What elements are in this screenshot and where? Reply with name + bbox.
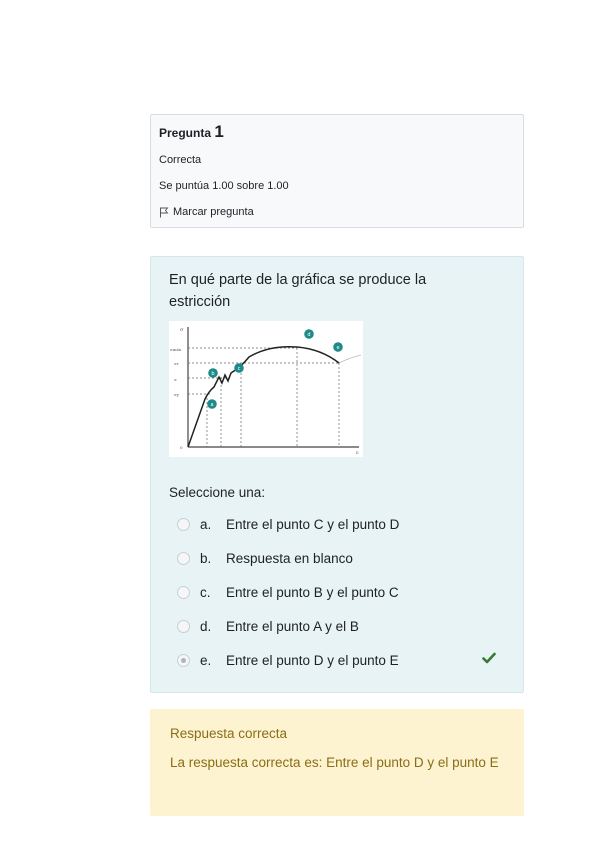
option-a[interactable]: a. Entre el punto C y el punto D [169,507,505,541]
graph-y-label-sigma: σ [180,327,184,333]
question-info-panel: Pregunta 1 Correcta Se puntúa 1.00 sobre… [150,114,524,228]
check-icon [482,652,496,664]
question-text: En qué parte de la gráfica se produce la… [169,272,427,310]
graph-y-label-max: σmáx [170,347,182,352]
marker-b-label: b [211,371,214,377]
question-grade: Se puntúa 1.00 sobre 1.00 [159,180,289,192]
feedback-panel: Respuesta correcta La respuesta correcta… [150,709,524,816]
graph-x-label: ε [356,450,359,456]
flag-question-label: Marcar pregunta [173,206,254,218]
flag-question-link[interactable]: Marcar pregunta [159,205,515,219]
stress-strain-graph: σ σmáx σr σ σy 0 ε a b c d e [169,321,363,457]
option-c[interactable]: c. Entre el punto B y el punto C [169,575,505,609]
option-letter: a. [200,516,212,532]
option-b[interactable]: b. Respuesta en blanco [169,541,505,575]
option-letter: c. [200,584,211,600]
marker-d-label: d [307,332,310,338]
option-e-radio[interactable] [177,653,190,667]
question-label: Pregunta [159,126,212,140]
feedback-title: Respuesta correcta [170,726,288,741]
option-text[interactable]: Entre el punto C y el punto D [226,517,399,532]
marker-c-label: c [238,366,241,372]
question-content: En qué parte de la gráfica se produce la… [150,256,524,693]
option-text[interactable]: Entre el punto B y el punto C [226,585,399,600]
option-d-radio[interactable] [177,619,190,633]
question-state: Correcta [159,154,202,166]
graph-y-label-y: σy [174,392,180,397]
answer-options: a. Entre el punto C y el punto D b. Resp… [169,507,505,677]
option-letter: e. [200,652,212,668]
option-text[interactable]: Respuesta en blanco [226,551,353,566]
option-text[interactable]: Entre el punto A y el B [226,619,359,634]
option-e[interactable]: e. Entre el punto D y el punto E [169,643,505,677]
option-a-radio[interactable] [177,517,190,531]
option-letter: d. [200,618,212,634]
option-c-radio[interactable] [177,585,190,599]
feedback-text: La respuesta correcta es: Entre el punto… [170,755,499,770]
option-d[interactable]: d. Entre el punto A y el B [169,609,505,643]
marker-e-label: e [336,345,339,351]
option-b-radio[interactable] [177,551,190,565]
marker-a-label: a [210,402,213,408]
option-letter: b. [200,550,212,566]
graph-y-label-s: σ [174,377,177,382]
flag-icon [160,207,169,217]
question-number: Pregunta 1 [159,122,515,141]
graph-y-label-r: σr [174,361,179,366]
option-text[interactable]: Entre el punto D y el punto E [226,653,399,668]
select-one-prompt: Seleccione una: [169,485,266,500]
question-number-value: 1 [214,122,224,141]
